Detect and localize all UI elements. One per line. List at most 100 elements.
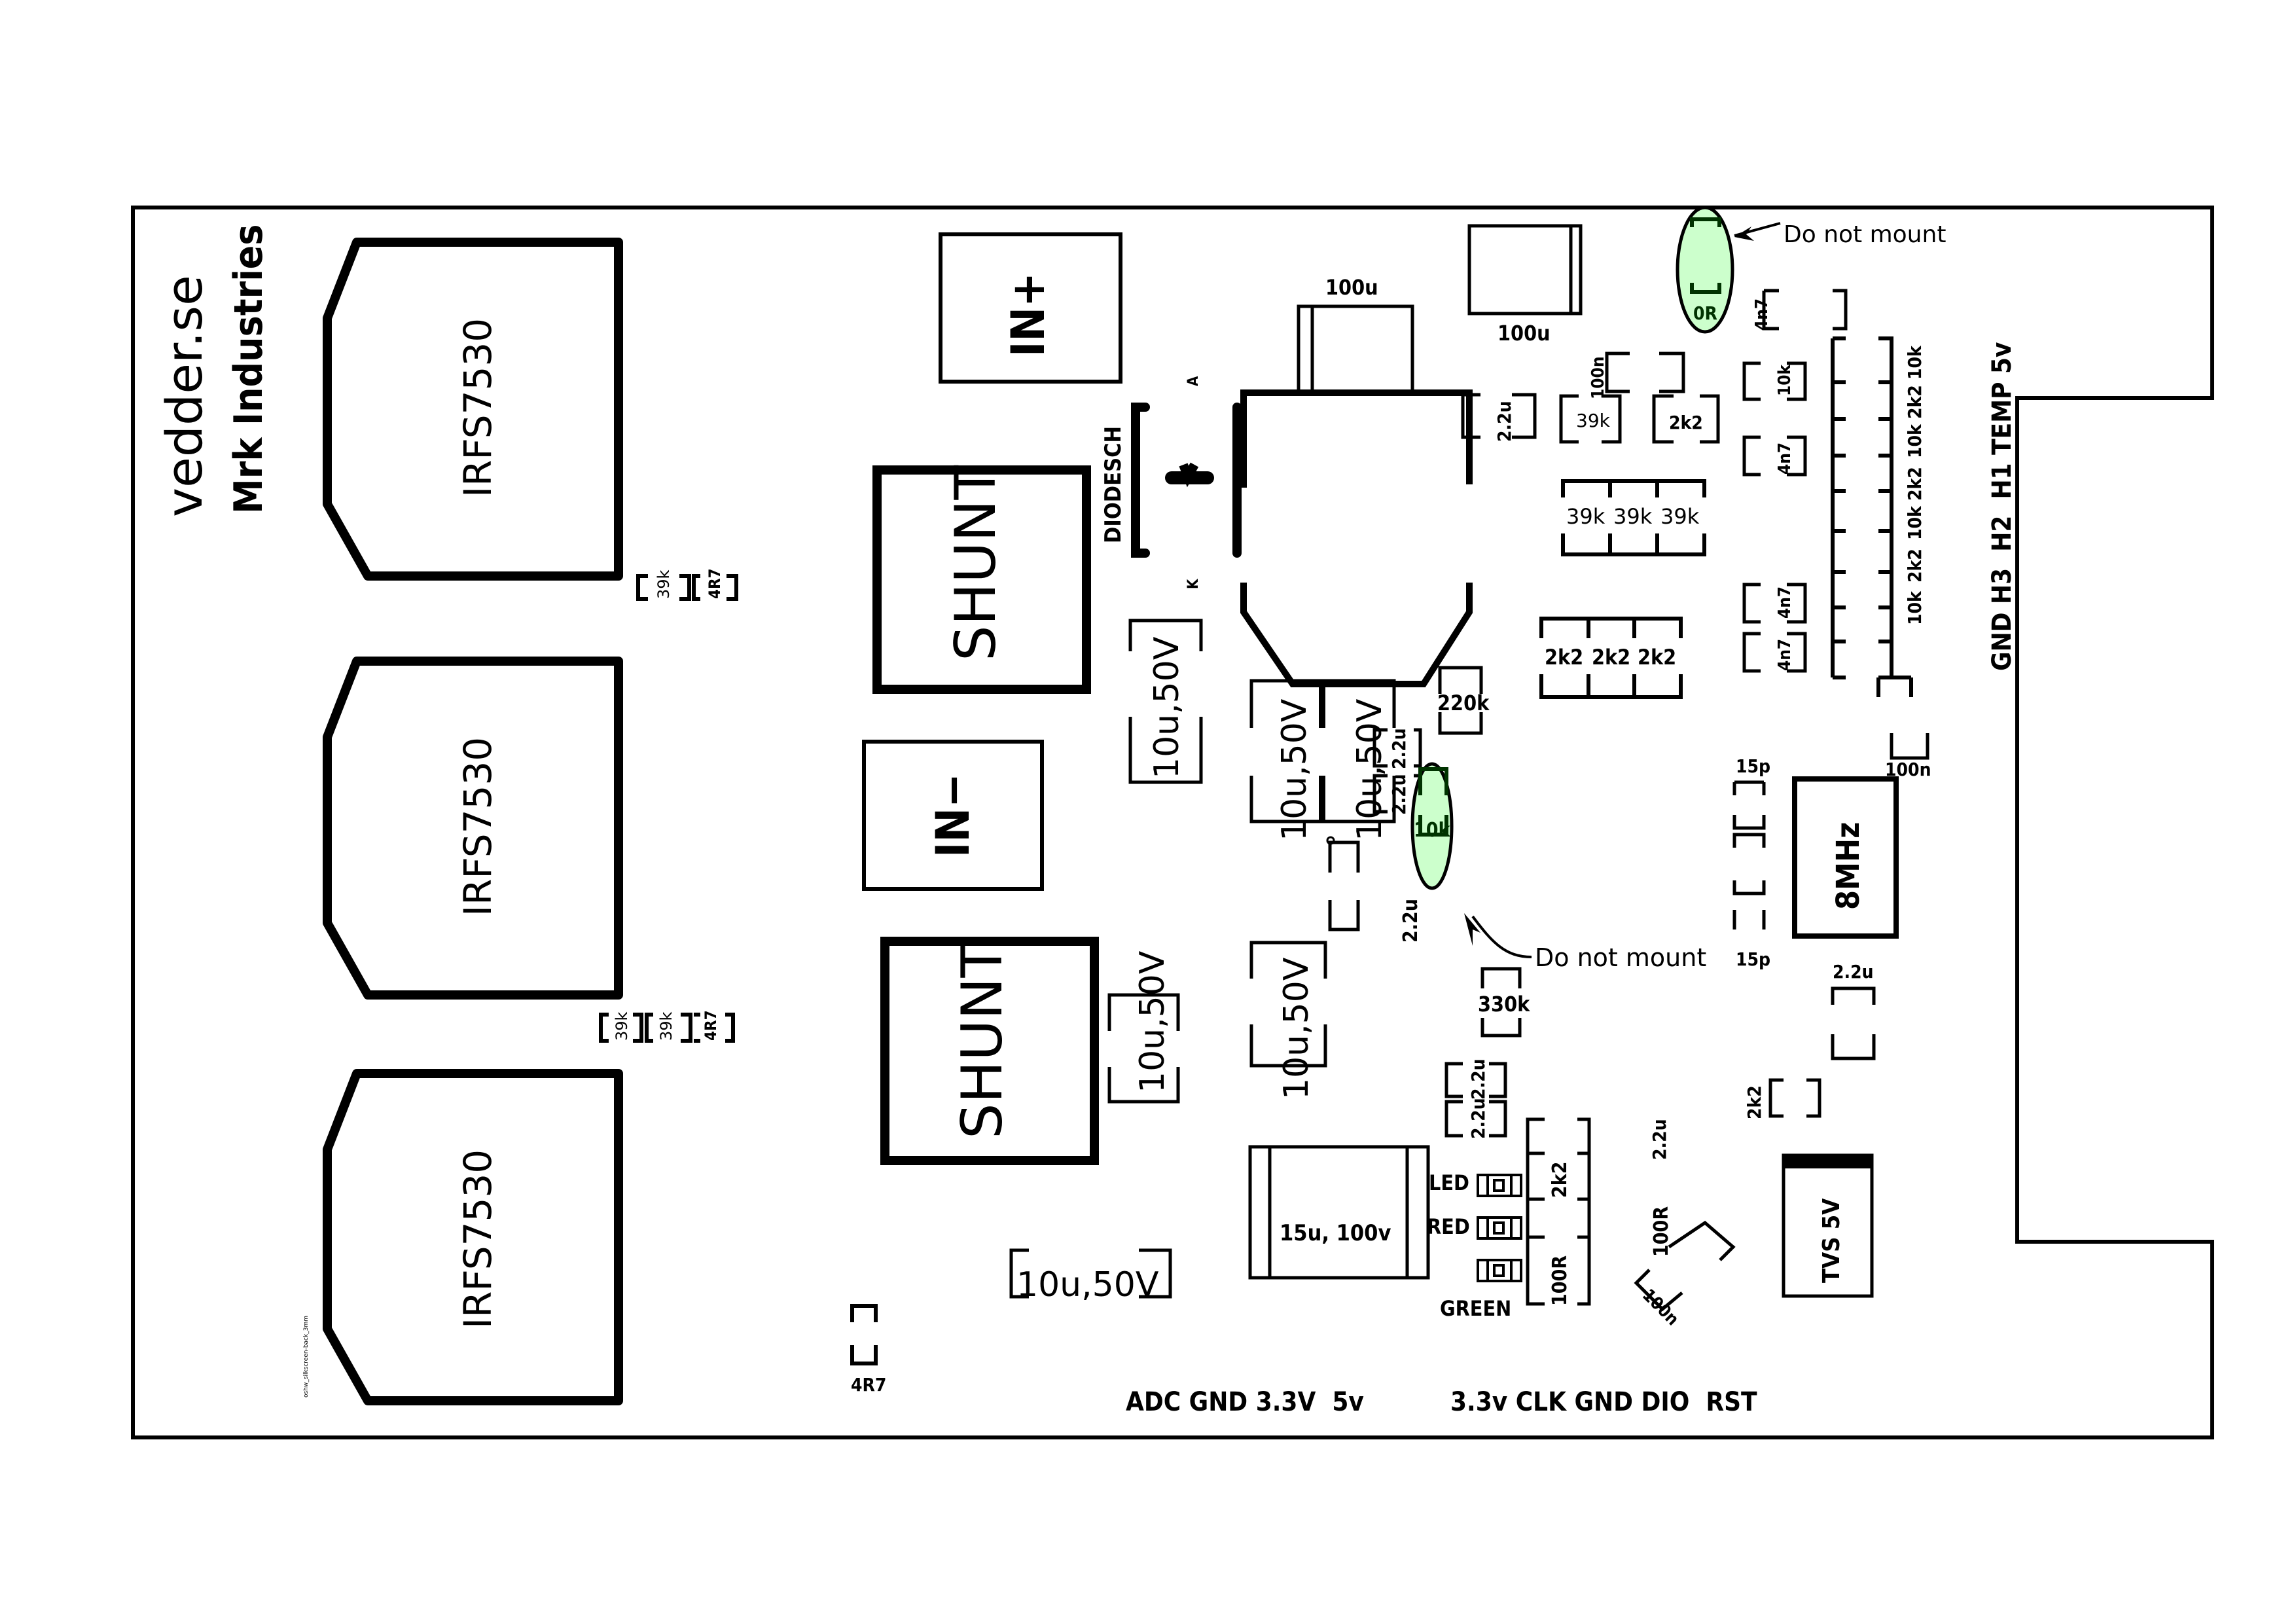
res-2k2-row-1-label: 2k2 xyxy=(1545,645,1583,670)
cap-100n-top xyxy=(1605,352,1685,393)
cap-15p-pair xyxy=(1732,780,1766,929)
cap-10u-4-label: 10u,50V xyxy=(1277,957,1316,1100)
res-330k-label: 330k xyxy=(1478,992,1530,1017)
schottky-diode xyxy=(1131,403,1242,558)
res-2k2-top-label: 2k2 xyxy=(1669,412,1703,433)
sensor-r-4-label: 2k2 xyxy=(1904,467,1926,501)
cap-4n7-3-label: 4n7 xyxy=(1775,586,1795,619)
r39k-gate2b-label: 39k xyxy=(657,1011,675,1041)
regulator-outline xyxy=(1240,389,1473,687)
res-2k2-row-3-label: 2k2 xyxy=(1638,645,1676,670)
led-label: LED xyxy=(1429,1170,1469,1195)
pin1-marker-icon xyxy=(1326,836,1335,845)
cap-2u2-mid-b-label: 2.2u xyxy=(1388,774,1410,815)
res-100r-a-label: 100R xyxy=(1650,1206,1673,1257)
res-100r-b-label: 100R xyxy=(1549,1255,1571,1306)
sensor-r-7-label: 10k xyxy=(1904,590,1926,625)
led-green-label: GREEN xyxy=(1440,1296,1511,1321)
dnm-10k-label: 10k xyxy=(1414,819,1451,842)
sensor-r-6-label: 2k2 xyxy=(1904,549,1926,583)
cap-10u-2-label: 10u,50V xyxy=(1275,698,1314,841)
diode-label: DIODESCH xyxy=(1100,426,1126,543)
r4r7-bottom xyxy=(850,1304,878,1365)
cap-100n-top-label: 100n xyxy=(1588,357,1608,399)
cap-2u2-top-label: 2.2u xyxy=(1494,401,1515,442)
cap-2u2-low-a-label: 2.2u xyxy=(1467,1058,1489,1100)
sensor-header-label: GND H3 H2 H1 TEMP 5v xyxy=(1987,342,2017,671)
cap-10u-1-label: 10u,50V xyxy=(1147,636,1187,779)
sensor-r-2-label: 2k2 xyxy=(1904,385,1926,419)
cap-2u2-low-b-label: 2.2u xyxy=(1467,1098,1489,1139)
brand-company: Mrk Industries xyxy=(226,225,272,514)
cap-15p-bot-label: 15p xyxy=(1736,948,1770,970)
led-indicator xyxy=(1477,1174,1522,1197)
sensor-filter-column xyxy=(1831,336,1913,697)
cap-2u2-dnm-side-label: 2.2u xyxy=(1399,899,1422,943)
board-outline xyxy=(131,206,2214,1439)
cap-10u-6-label: 10u,50V xyxy=(1016,1265,1159,1305)
cap-2u2-led-label: 2.2u xyxy=(1649,1119,1670,1160)
dnm-arrow-mid xyxy=(1471,915,1532,958)
cap-2u2-mid-a-label: 2.2u xyxy=(1388,728,1410,769)
res-39k-row-2-label: 39k xyxy=(1613,504,1653,529)
cap-4n7-2-label: 4n7 xyxy=(1775,442,1795,475)
r4r7-bottom-label: 4R7 xyxy=(851,1374,886,1396)
shunt-bottom-label: SHUNT xyxy=(950,943,1015,1139)
cap-15u-100v xyxy=(1248,1145,1430,1280)
led-green xyxy=(1477,1259,1522,1282)
mosfet-1: IRFS7530 xyxy=(323,238,623,581)
cap-100n-conn xyxy=(1890,733,1929,760)
tvs-cathode-bar xyxy=(1784,1155,1872,1168)
dnm-mid-label: Do not mount xyxy=(1535,943,1706,972)
oshw-logo-label: oshw_silkscreen-back_3mm xyxy=(303,1316,310,1398)
res-10k-side-label: 10k xyxy=(1775,363,1795,396)
pcb-silkscreen: vedder.se Mrk Industries oshw_silkscreen… xyxy=(131,206,2214,1439)
diode-cathode-label: K xyxy=(1185,579,1202,589)
r39k-gate1-label: 39k xyxy=(655,569,673,599)
cap-15u-label: 15u, 100v xyxy=(1280,1220,1391,1246)
cap-4n7-1 xyxy=(1762,289,1848,331)
tvs-label: TVS 5V xyxy=(1818,1199,1845,1283)
r4r7-gate1-label: 4R7 xyxy=(706,568,724,599)
cap-100n-diag-label: 100n xyxy=(1638,1286,1683,1330)
adc-header-label: ADC GND 3.3V 5v xyxy=(1126,1387,1364,1417)
cap-4n7-4-label: 4n7 xyxy=(1775,639,1795,671)
sensor-r-5-label: 10k xyxy=(1904,505,1926,540)
cap-2u2-dnm-side xyxy=(1328,840,1360,931)
dnm-10k: 10k xyxy=(1410,762,1454,890)
brand-site: vedder.se xyxy=(155,275,213,517)
diode-anode-label: A xyxy=(1185,376,1202,386)
cap-100u-a-label: 100u xyxy=(1325,275,1378,300)
in-minus-label: IN− xyxy=(926,773,980,857)
mosfet-2: IRFS7530 xyxy=(323,657,623,1000)
res-220k-label: 220k xyxy=(1437,691,1490,715)
cap-100u-b-label: 100u xyxy=(1498,321,1551,346)
cap-100u-b xyxy=(1467,224,1583,316)
sensor-r-1-label: 10k xyxy=(1904,345,1926,380)
res-39k-row-3-label: 39k xyxy=(1660,504,1700,529)
led-red-label: RED xyxy=(1427,1214,1470,1239)
cap-2u2-right xyxy=(1831,986,1876,1060)
led-red xyxy=(1477,1216,1522,1240)
crystal-label: 8MHz xyxy=(1830,822,1867,910)
cap-4n7-1-label: 4n7 xyxy=(1752,298,1772,331)
swd-header-label: 3.3v CLK GND DIO RST xyxy=(1450,1387,1757,1417)
mosfet-3: IRFS7530 xyxy=(323,1069,623,1405)
r39k-gate2a-label: 39k xyxy=(613,1011,631,1041)
cap-100u-a xyxy=(1297,304,1414,396)
cap-2u2-right-label: 2.2u xyxy=(1833,961,1874,983)
res-2k2-right xyxy=(1768,1078,1821,1118)
res-2k2-led-label: 2k2 xyxy=(1549,1161,1571,1198)
dnm-0r: 0R xyxy=(1676,206,1734,334)
res-39k-top-label: 39k xyxy=(1576,410,1611,431)
dnm-0r-label: 0R xyxy=(1693,302,1717,324)
in-plus-label: IN+ xyxy=(1001,272,1055,357)
mosfet-3-label: IRFS7530 xyxy=(456,1149,500,1329)
sensor-r-3-label: 10k xyxy=(1904,424,1926,458)
res-2k2-row-2-label: 2k2 xyxy=(1592,645,1630,670)
mosfet-2-label: IRFS7530 xyxy=(456,737,500,916)
cap-15p-top-label: 15p xyxy=(1736,755,1770,777)
r4r7-gate2-label: 4R7 xyxy=(702,1010,720,1041)
mosfet-1-label: IRFS7530 xyxy=(456,318,500,497)
res-2k2-right-label: 2k2 xyxy=(1744,1085,1765,1119)
